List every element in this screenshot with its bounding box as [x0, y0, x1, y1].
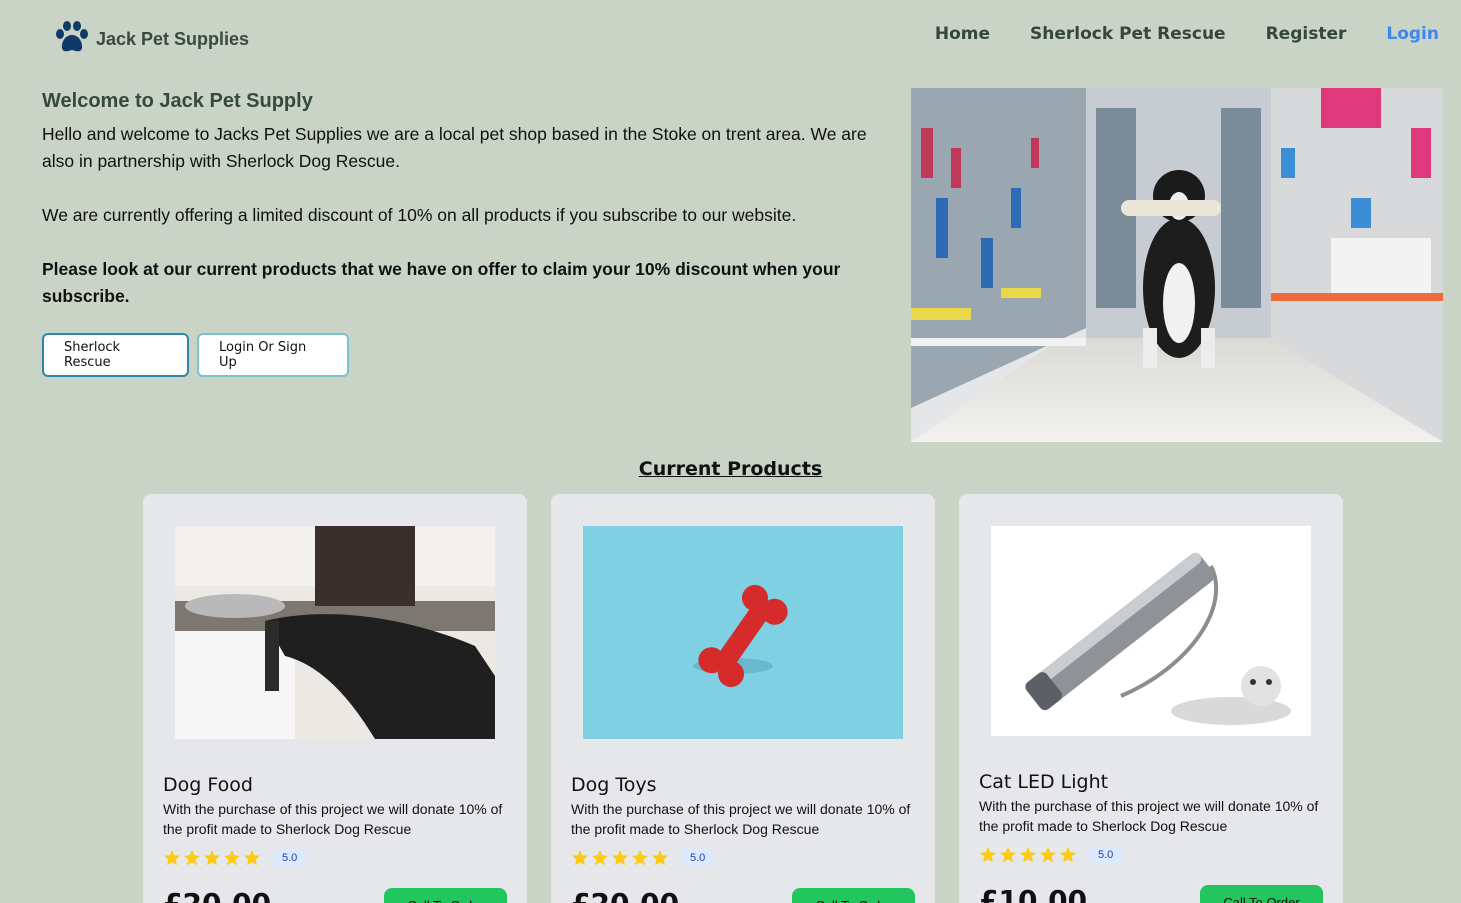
rating-badge: 5.0	[1089, 847, 1123, 863]
star-icon	[183, 849, 201, 866]
product-price: £10.00	[979, 884, 1088, 903]
nav-register[interactable]: Register	[1266, 24, 1347, 44]
hero-discount: We are currently offering a limited disc…	[42, 205, 797, 225]
call-to-order-button[interactable]: Call To Order	[792, 888, 915, 903]
brand-name: Jack Pet Supplies	[96, 29, 250, 49]
star-icon	[223, 849, 241, 866]
star-icon	[203, 849, 221, 866]
rating-badge: 5.0	[273, 850, 307, 866]
product-card: Cat LED Light With the purchase of this …	[959, 494, 1343, 903]
nav-home[interactable]: Home	[935, 24, 990, 44]
star-icon	[611, 849, 629, 866]
star-icon	[591, 849, 609, 866]
hero-section: Welcome to Jack Pet Supply Hello and wel…	[42, 90, 902, 310]
hero-title: Welcome to Jack Pet Supply	[42, 90, 313, 112]
hero-intro: Hello and welcome to Jacks Pet Supplies …	[42, 124, 867, 171]
product-card: Dog Food With the purchase of this proje…	[143, 494, 527, 903]
hero-image-dog-in-pet-store	[911, 88, 1443, 442]
product-price: £20.00	[163, 887, 271, 903]
product-name: Dog Toys	[571, 774, 657, 796]
login-signup-button[interactable]: Login Or Sign Up	[197, 333, 349, 377]
product-image-dog-food	[175, 526, 495, 739]
rating-badge: 5.0	[681, 850, 715, 866]
star-icon	[1039, 846, 1057, 863]
top-nav: Jack Pet Supplies Home Sherlock Pet Resc…	[0, 0, 1461, 72]
product-description: With the purchase of this project we wil…	[571, 801, 911, 837]
current-products-heading: Current Products	[638, 458, 823, 480]
product-name: Dog Food	[163, 774, 253, 796]
product-description: With the purchase of this project we wil…	[163, 801, 503, 837]
product-card: Dog Toys With the purchase of this proje…	[551, 494, 935, 903]
product-image-cat-led-light	[991, 526, 1311, 736]
brand-link[interactable]: Jack Pet Supplies	[54, 20, 249, 59]
hero-buttons: Sherlock Rescue Login Or Sign Up	[42, 333, 357, 377]
star-icon	[1059, 846, 1077, 863]
star-icon	[651, 849, 669, 866]
product-rating: 5.0	[163, 849, 307, 867]
product-image-dog-toys	[583, 526, 903, 739]
star-icon	[1019, 846, 1037, 863]
sherlock-rescue-button[interactable]: Sherlock Rescue	[42, 333, 189, 377]
star-icon	[631, 849, 649, 866]
star-icon	[571, 849, 589, 866]
star-icon	[999, 846, 1017, 863]
product-rating: 5.0	[571, 849, 715, 867]
paw-icon	[54, 20, 90, 59]
call-to-order-button[interactable]: Call To Order	[384, 888, 507, 903]
product-name: Cat LED Light	[979, 771, 1109, 793]
nav-login[interactable]: Login	[1386, 24, 1439, 44]
star-icon	[979, 846, 997, 863]
star-icon	[163, 849, 181, 866]
call-to-order-button[interactable]: Call To Order	[1200, 885, 1323, 903]
product-description: With the purchase of this project we wil…	[979, 798, 1319, 834]
hero-cta-text: Please look at our current products that…	[42, 259, 841, 306]
nav-sherlock-pet-rescue[interactable]: Sherlock Pet Rescue	[1030, 24, 1226, 44]
star-icon	[243, 849, 261, 866]
nav-links: Home Sherlock Pet Rescue Register Login	[895, 24, 1439, 44]
product-rating: 5.0	[979, 846, 1123, 864]
product-price: £20.00	[571, 887, 679, 903]
